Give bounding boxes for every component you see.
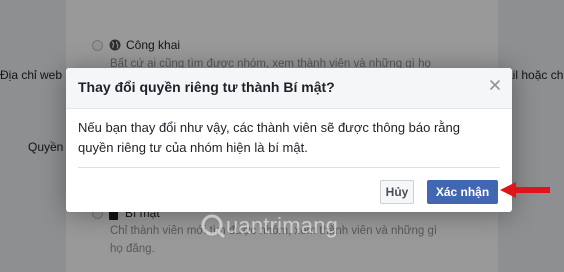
dialog-message-line2: quyền riêng tư của nhóm hiện là bí mật. (78, 140, 308, 155)
page: Địa chỉ web ail hoặc ch Quyền Công khai … (0, 0, 564, 272)
watermark-text: uantrimang (226, 213, 339, 238)
privacy-change-dialog: Thay đổi quyền riêng tư thành Bí mật? Nế… (66, 68, 512, 212)
confirm-button[interactable]: Xác nhận (427, 180, 498, 204)
dialog-title: Thay đổi quyền riêng tư thành Bí mật? (78, 79, 335, 95)
dialog-message: Nếu bạn thay đổi như vậy, các thành viên… (78, 118, 498, 158)
dialog-header: Thay đổi quyền riêng tư thành Bí mật? (66, 68, 512, 109)
watermark: uantrimang (200, 213, 338, 239)
dialog-divider (78, 167, 500, 168)
red-arrow-icon (500, 182, 550, 198)
cancel-button[interactable]: Hủy (380, 180, 414, 204)
dialog-message-line1: Nếu bạn thay đổi như vậy, các thành viên… (78, 120, 460, 135)
watermark-logo-icon (201, 214, 225, 238)
close-icon[interactable] (488, 78, 502, 92)
